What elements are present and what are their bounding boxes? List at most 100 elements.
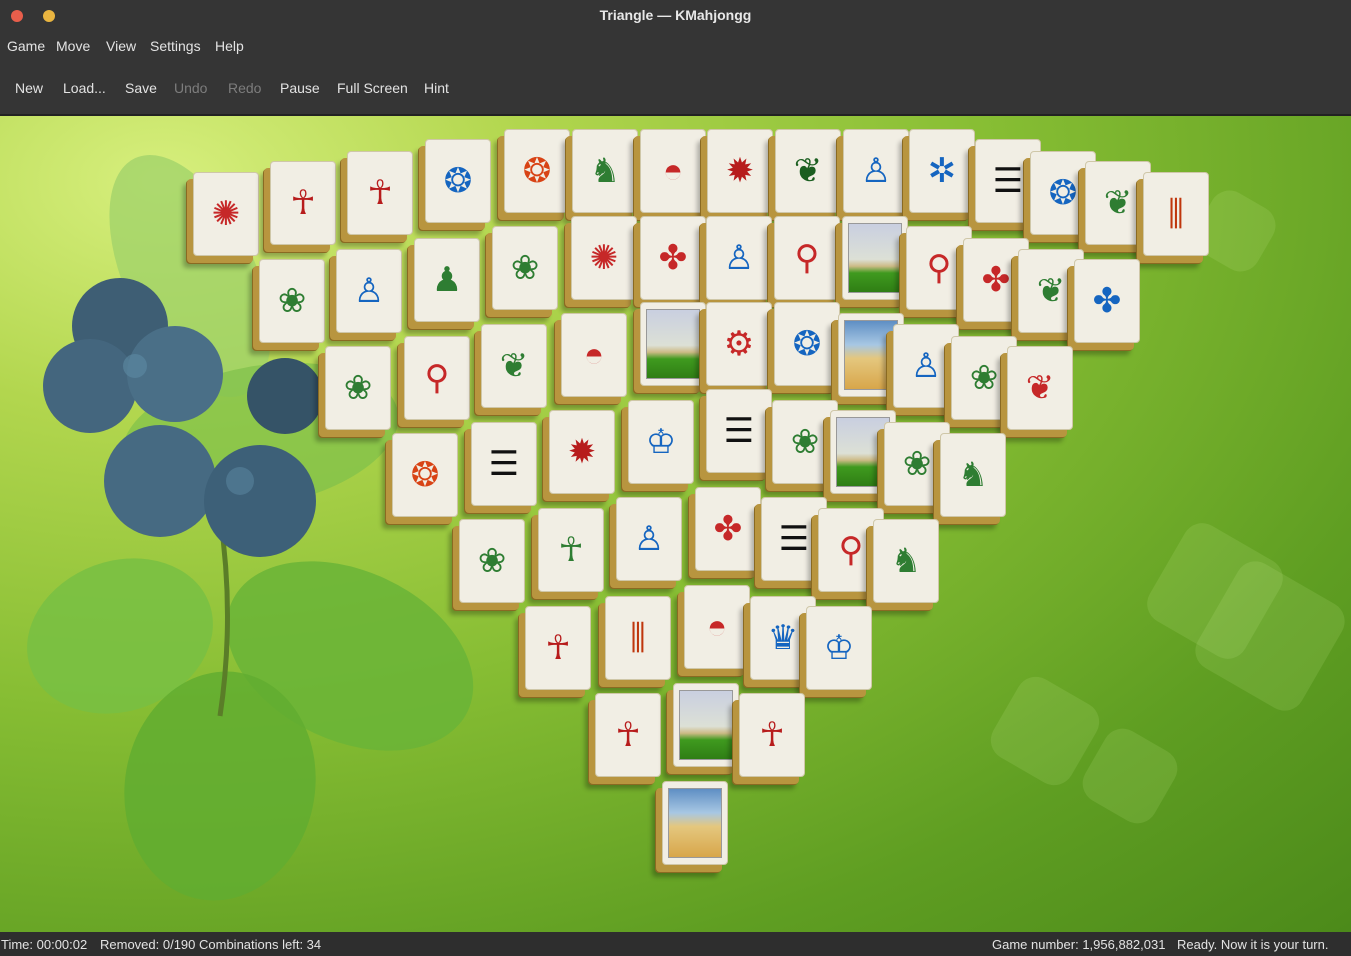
man-seated-icon: ♔	[823, 629, 855, 667]
mahjong-tile-cartouche[interactable]: ☰	[706, 389, 772, 473]
full-screen-button[interactable]: Full Screen	[337, 80, 408, 96]
combinations-left: Combinations left: 34	[199, 937, 322, 952]
wheel-dots-icon: ✹	[725, 152, 755, 190]
goddess-red-icon: ☥	[615, 716, 641, 754]
mahjong-tile-wheel-four[interactable]: ❂	[774, 302, 840, 386]
mahjong-tile-triad-blue[interactable]: ✤	[1074, 259, 1140, 343]
new-button[interactable]: New	[15, 80, 43, 96]
mahjong-tile-feather[interactable]: ❦	[775, 129, 841, 213]
mahjong-tile-double-wheel[interactable]: ⚙	[706, 302, 772, 386]
mahjong-tile-anubis-kneeling[interactable]: ♞	[940, 433, 1006, 517]
mahjong-tile-sun-shield[interactable]: ❂	[392, 433, 458, 517]
mahjong-tile-wheel-compass[interactable]: ✺	[193, 172, 259, 256]
mahjong-tile-wheel-compass[interactable]: ✺	[571, 216, 637, 300]
mahjong-tile-lotus[interactable]: ❀	[492, 226, 558, 310]
save-button[interactable]: Save	[125, 80, 157, 96]
sun-shield-icon: ❂	[410, 456, 440, 494]
menu-game[interactable]: Game	[7, 38, 45, 54]
mahjong-tile-lotus[interactable]: ❀	[325, 346, 391, 430]
mahjong-tile-fan-rising-sun[interactable]: ◓	[684, 585, 750, 669]
mahjong-tile-lotus[interactable]: ❀	[772, 400, 838, 484]
triad-blue-icon: ✤	[1092, 282, 1122, 320]
mahjong-tile-lotus[interactable]: ❀	[459, 519, 525, 603]
mahjong-tile-wheel-dots[interactable]: ✹	[707, 129, 773, 213]
mahjong-tile-goddess-red[interactable]: ☥	[595, 693, 661, 777]
mahjong-tile-goddess-red[interactable]: ☥	[347, 151, 413, 235]
mahjong-tile-goddess-red[interactable]: ☥	[739, 693, 805, 777]
mahjong-tile-papyrus[interactable]: ❦	[1007, 346, 1073, 430]
menu-view[interactable]: View	[106, 38, 136, 54]
mahjong-tile-falcon[interactable]: ♟	[414, 238, 480, 322]
mahjong-tile-man-staff[interactable]: ♙	[843, 129, 909, 213]
mahjong-tile-cartouche[interactable]: ☰	[471, 422, 537, 506]
mahjong-tile-papyrus[interactable]: ❦	[1085, 161, 1151, 245]
mahjong-tile-landscape-pyramids[interactable]	[640, 302, 706, 386]
mahjong-tile-triad-red[interactable]: ✤	[640, 216, 706, 300]
undo-button[interactable]: Undo	[174, 80, 207, 96]
status-bar: Time: 00:00:02 Removed: 0/190 Combinatio…	[0, 932, 1351, 956]
redo-button[interactable]: Redo	[228, 80, 261, 96]
mahjong-tile-triad-red[interactable]: ✤	[695, 487, 761, 571]
menu-help[interactable]: Help	[215, 38, 244, 54]
mahjong-tile-pillars[interactable]: ⫼	[605, 596, 671, 680]
menu-settings[interactable]: Settings	[150, 38, 201, 54]
mahjong-tile-man-figure[interactable]: ♙	[336, 249, 402, 333]
pillars-icon: ⫼	[1168, 195, 1184, 233]
man-figure-icon: ♙	[353, 272, 385, 310]
mahjong-tile-staff-wheel[interactable]: ⚲	[404, 336, 470, 420]
fan-rising-sun-icon: ◓	[662, 152, 684, 190]
game-number: Game number: 1,956,882,031	[992, 937, 1166, 952]
load-button[interactable]: Load...	[63, 80, 106, 96]
menu-move[interactable]: Move	[56, 38, 90, 54]
mahjong-tile-sun-shield[interactable]: ❂	[504, 129, 570, 213]
man-staff-icon: ♙	[860, 152, 892, 190]
mahjong-tile-fan-rising-sun[interactable]: ◓	[640, 129, 706, 213]
mahjong-tile-pillars[interactable]: ⫼	[1143, 172, 1209, 256]
cartouche-icon: ☰	[778, 520, 810, 558]
menu-bar: Game Move View Settings Help	[0, 32, 1351, 62]
fan-rising-sun-icon: ◓	[583, 336, 605, 374]
anubis-kneeling-icon: ♞	[589, 152, 621, 190]
mahjong-tile-man-figure[interactable]: ♙	[616, 497, 682, 581]
mahjong-tile-staff-wheel[interactable]: ⚲	[774, 216, 840, 300]
lotus-icon: ❀	[969, 359, 999, 397]
mahjong-tile-papyrus[interactable]: ❦	[481, 324, 547, 408]
papyrus-icon: ❦	[499, 347, 529, 385]
man-figure-icon: ♙	[910, 347, 942, 385]
cartouche-icon: ☰	[992, 162, 1024, 200]
hint-button[interactable]: Hint	[424, 80, 449, 96]
staff-wheel-icon: ⚲	[838, 531, 864, 569]
papyrus-icon: ❦	[1025, 369, 1055, 407]
mahjong-tile-desert-pyramids[interactable]	[662, 781, 728, 865]
mahjong-tile-scarab[interactable]: ✲	[909, 129, 975, 213]
mahjong-tile-man-seated[interactable]: ♔	[628, 400, 694, 484]
mahjong-tile-wheel-four[interactable]: ❂	[425, 139, 491, 223]
mahjong-tile-man-staff-blue[interactable]: ♙	[706, 216, 772, 300]
goddess-red-icon: ☥	[759, 716, 785, 754]
mahjong-tile-landscape-pyramids[interactable]	[673, 683, 739, 767]
landscape-pyramids-icon	[836, 417, 890, 487]
desert-pyramids-icon	[668, 788, 722, 858]
cartouche-icon: ☰	[723, 412, 755, 450]
mahjong-tile-fan-rising-sun[interactable]: ◓	[561, 313, 627, 397]
wheel-four-icon: ❂	[443, 162, 473, 200]
pause-button[interactable]: Pause	[280, 80, 320, 96]
feather-icon: ❦	[793, 152, 823, 190]
wheel-compass-icon: ✺	[211, 195, 241, 233]
mahjong-tile-goddess-red[interactable]: ☥	[270, 161, 336, 245]
mahjong-tile-man-figure[interactable]: ♙	[893, 324, 959, 408]
title-bar: Triangle — KMahjongg	[0, 0, 1351, 32]
mahjong-tile-goddess-green[interactable]: ☥	[538, 508, 604, 592]
mahjong-tile-landscape-pyramids[interactable]	[842, 216, 908, 300]
wheel-four-icon: ❂	[792, 325, 822, 363]
mahjong-tile-goddess-red[interactable]: ☥	[525, 606, 591, 690]
game-board[interactable]: ✺ ☥ ☥ ❂ ❂ ♞ ◓ ✹ ❦ ♙ ✲ ☰ ❂ ❦ ⫼ ❀ ♙ ♟ ❀ ✺ ✤ ♙ ⚲ ⚲ ✤ ❦ ✤ ❀ ⚲ ❦ ◓ ⚙ ❂ ♙ ❀ ❦ ❂ ☰ ✹ ♔…	[0, 116, 1351, 932]
falcon-icon: ♟	[431, 261, 463, 299]
mahjong-tile-man-seated[interactable]: ♔	[806, 606, 872, 690]
lotus-icon: ❀	[902, 445, 932, 483]
goddess-green-icon: ☥	[558, 531, 584, 569]
mahjong-tile-anubis-kneeling[interactable]: ♞	[572, 129, 638, 213]
mahjong-tile-lotus[interactable]: ❀	[259, 259, 325, 343]
mahjong-tile-anubis-kneeling[interactable]: ♞	[873, 519, 939, 603]
mahjong-tile-wheel-dots[interactable]: ✹	[549, 410, 615, 494]
